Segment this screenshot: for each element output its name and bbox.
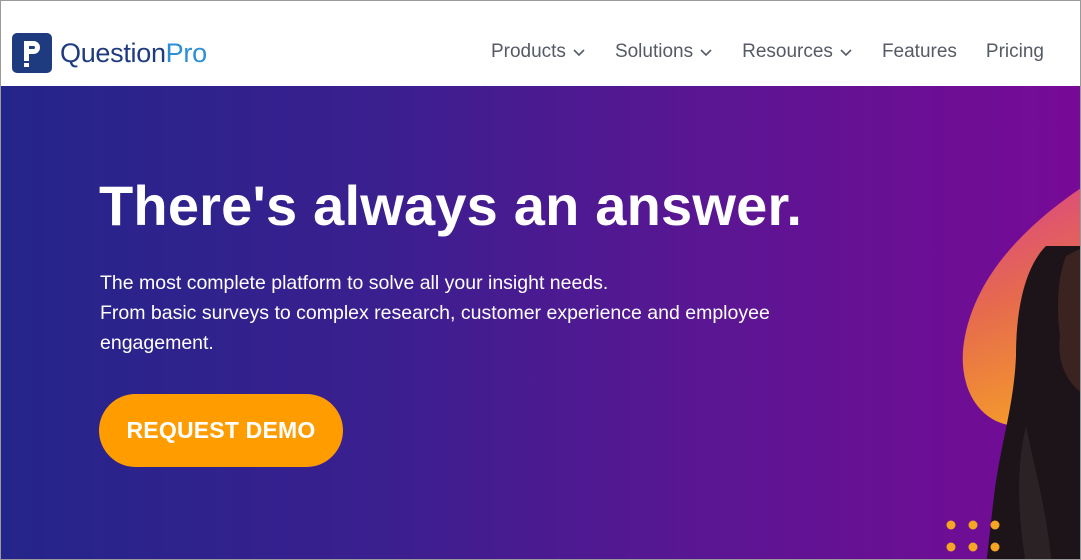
nav-item-label: Pricing [985,41,1044,62]
nav-item-label: Products [490,41,566,62]
nav-item-resources[interactable]: Resources [742,41,853,63]
nav-item-pricing[interactable]: Pricing [986,41,1044,63]
brand-name-part2: Pro [165,37,207,68]
brand-logo[interactable]: QuestionPro [12,33,207,73]
hero-title: There's always an answer. [99,174,803,237]
hero-subtitle-line2: From basic surveys to complex research, … [100,302,770,354]
page-frame: QuestionPro Products Solutions Resources… [0,0,1081,560]
brand-name-part1: Question [60,37,166,68]
site-header: QuestionPro Products Solutions Resources… [1,1,1080,86]
nav-item-label: Solutions [614,41,694,62]
nav-item-products[interactable]: Products [491,41,586,63]
main-nav: Products Solutions Resources Features Pr… [462,41,1044,63]
chevron-down-icon [573,49,585,57]
questionpro-p-icon [12,33,52,73]
chevron-down-icon [700,49,712,57]
hero-section: There's always an answer. The most compl… [1,86,1080,559]
person-photo [986,246,1080,559]
decorative-dots [946,520,1000,552]
nav-item-label: Resources [742,41,833,62]
request-demo-button[interactable]: REQUEST DEMO [99,394,343,467]
nav-item-label: Features [881,41,957,62]
hero-subtitle: The most complete platform to solve all … [100,268,820,358]
hero-subtitle-line1: The most complete platform to solve all … [100,272,609,294]
chevron-down-icon [840,49,852,57]
brand-wordmark: QuestionPro [60,37,207,68]
nav-item-features[interactable]: Features [882,41,957,63]
nav-item-solutions[interactable]: Solutions [615,41,713,63]
